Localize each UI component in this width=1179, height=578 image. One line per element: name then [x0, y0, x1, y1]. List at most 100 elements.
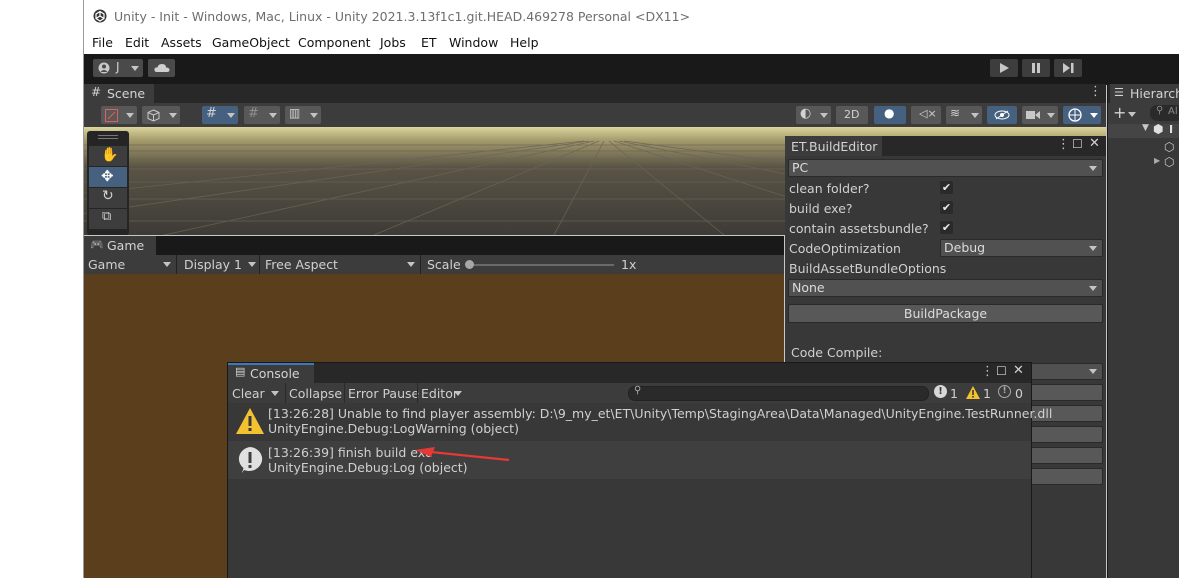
gameobject-cube-icon[interactable]: ⬡	[1164, 155, 1174, 169]
menu-bar: File Edit Assets GameObject Component Jo…	[84, 33, 1179, 55]
pause-button[interactable]	[1022, 59, 1050, 77]
list-item[interactable]: [13:26:28] Unable to find player assembl…	[228, 403, 1052, 441]
collapse-toggle[interactable]: Collapse	[285, 383, 344, 403]
hand-tool-button[interactable]: ✋	[89, 146, 127, 166]
assetbundle-options-select[interactable]: None	[788, 279, 1103, 297]
chevron-down-icon	[454, 391, 462, 396]
menu-jobs[interactable]: Jobs	[380, 35, 406, 50]
scale-slider-thumb[interactable]	[465, 260, 474, 269]
camera-dropdown[interactable]	[1022, 106, 1058, 124]
render-mode-dropdown[interactable]	[142, 106, 180, 124]
chevron-down-icon	[169, 113, 177, 118]
cloud-icon	[154, 64, 170, 72]
console-toolbar: Clear Collapse Error Pause Editor ⚲ ! 1	[228, 383, 1031, 403]
chevron-down-icon	[269, 113, 277, 118]
hierarchy-scene-row[interactable]: ▼ ⬢ I	[1108, 122, 1179, 138]
cloud-button[interactable]	[148, 59, 175, 77]
gizmos-dropdown[interactable]	[1063, 106, 1101, 124]
contain-assetsbundle-checkbox[interactable]: ✔	[940, 221, 953, 234]
close-icon[interactable]: ✕	[1089, 136, 1100, 151]
chevron-down-icon	[248, 262, 256, 267]
info-icon	[238, 447, 263, 473]
visibility-toggle[interactable]	[987, 106, 1017, 124]
grid-icon: #	[91, 85, 102, 99]
scene-tab-bar: # Scene ⋮	[84, 84, 1106, 103]
clean-folder-checkbox[interactable]: ✔	[940, 181, 953, 194]
compile-button-3[interactable]	[1028, 426, 1103, 443]
error-filter-toggle[interactable]: ! 0	[996, 384, 1026, 402]
draw-mode-dropdown[interactable]	[101, 106, 137, 124]
sphere-icon: ◐	[800, 106, 812, 121]
menu-et[interactable]: ET	[421, 35, 437, 50]
expand-icon[interactable]: ▶	[1154, 156, 1160, 165]
gizmo-icon	[1068, 108, 1082, 122]
menu-file[interactable]: File	[92, 35, 113, 50]
more-icon[interactable]: ⋮	[1089, 84, 1102, 99]
menu-help[interactable]: Help	[510, 35, 539, 50]
move-tool-button[interactable]: ✥	[89, 167, 127, 187]
play-button[interactable]	[990, 59, 1018, 77]
menu-edit[interactable]: Edit	[125, 35, 149, 50]
compile-button-1[interactable]	[1028, 384, 1103, 401]
code-optimization-select[interactable]: Debug	[940, 239, 1103, 257]
editor-dropdown[interactable]: Editor	[417, 383, 468, 403]
error-icon: !	[998, 385, 1011, 398]
lighting-toggle[interactable]: ●	[874, 106, 906, 124]
console-icon: ▤	[235, 365, 246, 378]
shading-dropdown[interactable]: ◐	[796, 106, 831, 124]
game-view-select[interactable]: Game	[84, 255, 177, 274]
platform-select[interactable]: PC	[788, 159, 1103, 177]
expand-icon[interactable]: ▼	[1142, 123, 1149, 133]
tab-scene[interactable]: # Scene	[84, 84, 154, 103]
console-tab-bar: ▤ Console ⋮ ☐ ✕	[228, 363, 1031, 383]
menu-assets[interactable]: Assets	[161, 35, 202, 50]
maximize-icon[interactable]: ☐	[996, 364, 1007, 378]
mode-2d-button[interactable]: 2D	[836, 106, 868, 124]
drag-handle[interactable]	[98, 135, 118, 139]
compile-select[interactable]	[1028, 363, 1103, 380]
step-button[interactable]	[1054, 59, 1082, 77]
clear-button[interactable]: Clear	[232, 386, 265, 401]
error-pause-toggle[interactable]: Error Pause	[344, 383, 419, 403]
more-icon[interactable]: ⋮	[1057, 137, 1070, 152]
rotate-tool-button[interactable]: ↻	[89, 188, 127, 208]
account-dropdown[interactable]: J	[93, 59, 143, 77]
more-icon[interactable]: ⋮	[981, 364, 994, 379]
list-item[interactable]: [13:26:39] finish build exe UnityEngine.…	[228, 441, 1031, 479]
effects-dropdown[interactable]: ≋	[946, 106, 982, 124]
tab-game[interactable]: 🎮 Game	[84, 236, 156, 255]
move-icon: ✥	[101, 167, 114, 185]
build-exe-checkbox[interactable]: ✔	[940, 201, 953, 214]
close-icon[interactable]: ✕	[1013, 363, 1024, 378]
warning-filter-toggle[interactable]: 1	[964, 384, 993, 402]
scale-slider[interactable]	[469, 264, 614, 266]
tab-build-editor[interactable]: ET.BuildEditor	[785, 136, 882, 156]
tab-console[interactable]: ▤ Console	[228, 363, 314, 383]
display-select[interactable]: Display 1	[177, 255, 260, 274]
clear-options-dropdown[interactable]	[266, 383, 285, 403]
menu-component[interactable]: Component	[298, 35, 371, 50]
add-icon[interactable]: +	[1113, 103, 1126, 122]
compile-button-5[interactable]	[1028, 468, 1103, 485]
console-search-input[interactable]: ⚲	[628, 385, 929, 401]
scale-tool-button[interactable]: ⧉	[89, 209, 127, 229]
gamepad-icon: 🎮	[90, 238, 104, 251]
scale-label: Scale	[427, 257, 461, 272]
gameobject-cube-icon[interactable]: ⬡	[1164, 140, 1174, 154]
scene-toolbar: # # ▥ ◐ 2D ● ◁× ≋	[84, 103, 1106, 127]
menu-gameobject[interactable]: GameObject	[212, 35, 290, 50]
audio-toggle[interactable]: ◁×	[911, 106, 941, 124]
compile-button-4[interactable]	[1028, 447, 1103, 464]
hierarchy-search-input[interactable]: ⚲ Al	[1150, 105, 1179, 121]
log-filter-toggle[interactable]: ! 1	[932, 384, 961, 402]
aspect-select[interactable]: Free Aspect	[260, 255, 421, 274]
increment-snap-dropdown[interactable]: #	[244, 106, 280, 124]
menu-window[interactable]: Window	[449, 35, 498, 50]
pause-icon	[1032, 63, 1040, 73]
ruler-dropdown[interactable]: ▥	[285, 106, 321, 124]
grid-snap-toggle[interactable]: #	[202, 106, 238, 124]
build-package-button[interactable]: BuildPackage	[788, 304, 1103, 323]
console-tab-label: Console	[250, 366, 300, 381]
maximize-icon[interactable]: ☐	[1072, 137, 1083, 151]
tab-hierarchy[interactable]: ☰ Hierarch	[1110, 84, 1179, 103]
